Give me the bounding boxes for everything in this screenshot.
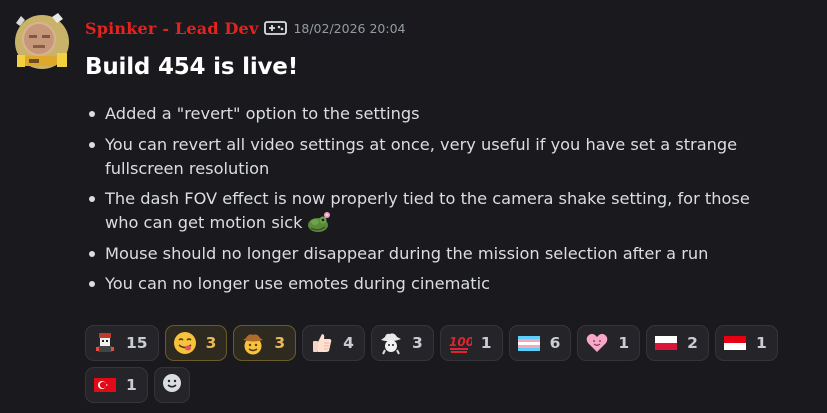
pink-heart-emoji — [585, 331, 609, 355]
custom-cowboy-emoji — [379, 331, 403, 355]
list-item-text: You can revert all video settings at onc… — [105, 134, 738, 178]
list-item: The dash FOV effect is now properly tied… — [85, 187, 785, 235]
transgender-flag-emoji — [517, 331, 541, 355]
poland-flag-emoji — [654, 331, 678, 355]
add-reaction-button[interactable] — [153, 367, 190, 403]
reaction-pink-heart[interactable]: 1 — [577, 325, 641, 361]
message-title: Build 454 is live! — [85, 54, 298, 80]
message-timestamp[interactable]: 18/02/2026 20:04 — [293, 21, 405, 36]
list-item: You can no longer use emotes during cine… — [85, 272, 785, 296]
reaction-count: 4 — [343, 334, 354, 352]
reaction-count: 15 — [126, 334, 148, 352]
reaction-hundred-points[interactable]: 100 1 — [439, 325, 503, 361]
indonesia-flag-emoji — [723, 331, 747, 355]
reaction-custom-cowboy[interactable]: 3 — [370, 325, 434, 361]
cowboy-face-emoji — [241, 331, 265, 355]
svg-text:100: 100 — [449, 335, 472, 349]
reaction-bar: 15 3 3 4 3 100 1 6 1 2 1 1 — [85, 325, 805, 409]
reaction-count: 6 — [549, 334, 561, 352]
dev-badge-icon — [264, 19, 288, 37]
reaction-indonesia-flag[interactable]: 1 — [714, 325, 778, 361]
reaction-thumbs-up[interactable]: 4 — [302, 325, 365, 361]
list-item: You can revert all video settings at onc… — [85, 133, 785, 181]
message-header: Spinker - Lead Dev 18/02/2026 20:04 — [85, 14, 405, 42]
list-item-text: You can no longer use emotes during cine… — [105, 274, 491, 293]
list-item-text: Mouse should no longer disappear during … — [105, 243, 709, 263]
thumbs-up-emoji — [310, 331, 334, 355]
chat-message: Spinker - Lead Dev 18/02/2026 20:04 Buil… — [0, 0, 827, 413]
reaction-custom-character[interactable]: 15 — [85, 325, 159, 361]
changelog-list: Added a "revert" option to the settings … — [85, 102, 785, 303]
reaction-count: 3 — [274, 334, 286, 352]
add-reaction-smiley-icon — [161, 372, 183, 398]
list-item: Mouse should no longer disappear during … — [85, 242, 785, 266]
turkey-flag-emoji — [93, 373, 117, 397]
reaction-poland-flag[interactable]: 2 — [646, 325, 709, 361]
list-item-text: Added a "revert" option to the settings — [105, 104, 420, 123]
reaction-count: 3 — [205, 334, 217, 352]
avatar[interactable] — [11, 11, 73, 73]
custom-character-emoji — [93, 331, 117, 355]
reaction-row: 1 — [85, 367, 805, 403]
list-item: Added a "revert" option to the settings — [85, 102, 785, 126]
hundred-points-emoji: 100 — [448, 331, 472, 355]
list-item-text: The dash FOV effect is now properly tied… — [105, 189, 750, 232]
sick-frog-emoji[interactable] — [306, 211, 330, 233]
reaction-count: 1 — [480, 334, 492, 352]
savoring-face-emoji — [173, 331, 197, 355]
reaction-row: 15 3 3 4 3 100 1 6 1 2 1 — [85, 325, 805, 361]
reaction-turkey-flag[interactable]: 1 — [85, 367, 148, 403]
reaction-count: 2 — [687, 334, 698, 352]
reaction-count: 1 — [126, 376, 137, 394]
reaction-count: 3 — [411, 334, 423, 352]
reaction-savoring-face[interactable]: 3 — [164, 325, 228, 361]
reaction-count: 1 — [755, 334, 767, 352]
reaction-transgender-flag[interactable]: 6 — [508, 325, 572, 361]
reaction-cowboy-face[interactable]: 3 — [233, 325, 297, 361]
author-name[interactable]: Spinker - Lead Dev — [85, 19, 258, 38]
reaction-count: 1 — [618, 334, 630, 352]
